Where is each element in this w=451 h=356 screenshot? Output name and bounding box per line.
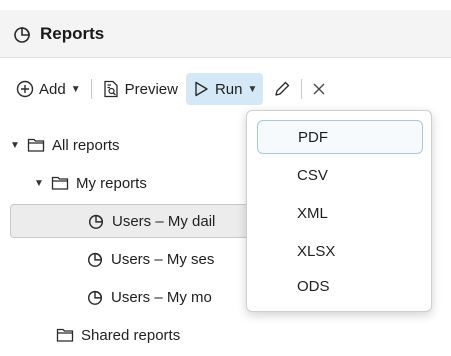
folder-icon [56, 327, 74, 343]
preview-button[interactable]: Preview [98, 73, 182, 105]
add-circle-icon [16, 80, 34, 98]
tree-item-label: Shared reports [81, 326, 181, 344]
tree-item-label: Users – My ses [111, 250, 215, 268]
expanded-caret-icon[interactable]: ▼ [34, 178, 44, 189]
menu-item-label: CSV [297, 166, 328, 184]
add-button[interactable]: Add ▼ [12, 73, 85, 105]
edit-button[interactable] [269, 73, 295, 105]
toolbar: Add ▼ Preview Run ▼ [0, 67, 451, 111]
play-icon [192, 80, 210, 98]
menu-item-ods[interactable]: ODS [257, 269, 423, 303]
chart-pie-icon [86, 288, 104, 306]
tree-item-label: All reports [52, 136, 120, 154]
add-label: Add [39, 80, 66, 98]
run-label: Run [214, 80, 243, 98]
menu-item-label: XLSX [297, 242, 336, 260]
tree-item-label: Users – My dail [112, 212, 216, 230]
close-icon [312, 82, 326, 96]
tree-item-report[interactable]: Users – My mo [86, 280, 246, 314]
chart-pie-icon [86, 250, 104, 268]
tree-item-shared-reports[interactable]: Shared reports [56, 318, 180, 352]
menu-item-csv[interactable]: CSV [257, 158, 423, 192]
folder-icon [27, 137, 45, 153]
menu-item-pdf[interactable]: PDF [257, 120, 423, 154]
menu-item-xml[interactable]: XML [257, 196, 423, 230]
chart-pie-icon [87, 212, 105, 230]
page-title: Reports [40, 23, 105, 43]
menu-item-label: XML [297, 204, 328, 222]
preview-label: Preview [124, 80, 178, 98]
delete-button[interactable] [308, 73, 330, 105]
tree-item-report[interactable]: Users – My ses [86, 242, 246, 276]
run-format-menu: PDF CSV XML XLSX ODS [246, 110, 432, 312]
expanded-caret-icon[interactable]: ▼ [10, 140, 20, 151]
folder-icon [51, 175, 69, 191]
menu-item-label: ODS [297, 277, 330, 295]
pencil-icon [273, 80, 291, 98]
tree-item-my-reports[interactable]: ▼ My reports [34, 166, 147, 200]
menu-item-xlsx[interactable]: XLSX [257, 234, 423, 268]
tree-item-label: My reports [76, 174, 147, 192]
chart-pie-icon [12, 24, 32, 44]
run-button[interactable]: Run ▼ [185, 73, 264, 105]
tree-item-all-reports[interactable]: ▼ All reports [10, 128, 120, 162]
tree-item-label: Users – My mo [111, 288, 212, 306]
tree-item-report[interactable]: Users – My dail [10, 204, 260, 238]
panel-header: Reports [0, 10, 451, 58]
toolbar-divider [301, 79, 303, 99]
toolbar-divider [90, 79, 92, 99]
chevron-down-icon: ▼ [70, 83, 81, 95]
menu-item-label: PDF [298, 128, 328, 146]
preview-document-icon [102, 80, 120, 98]
chevron-down-icon: ▼ [247, 83, 258, 95]
